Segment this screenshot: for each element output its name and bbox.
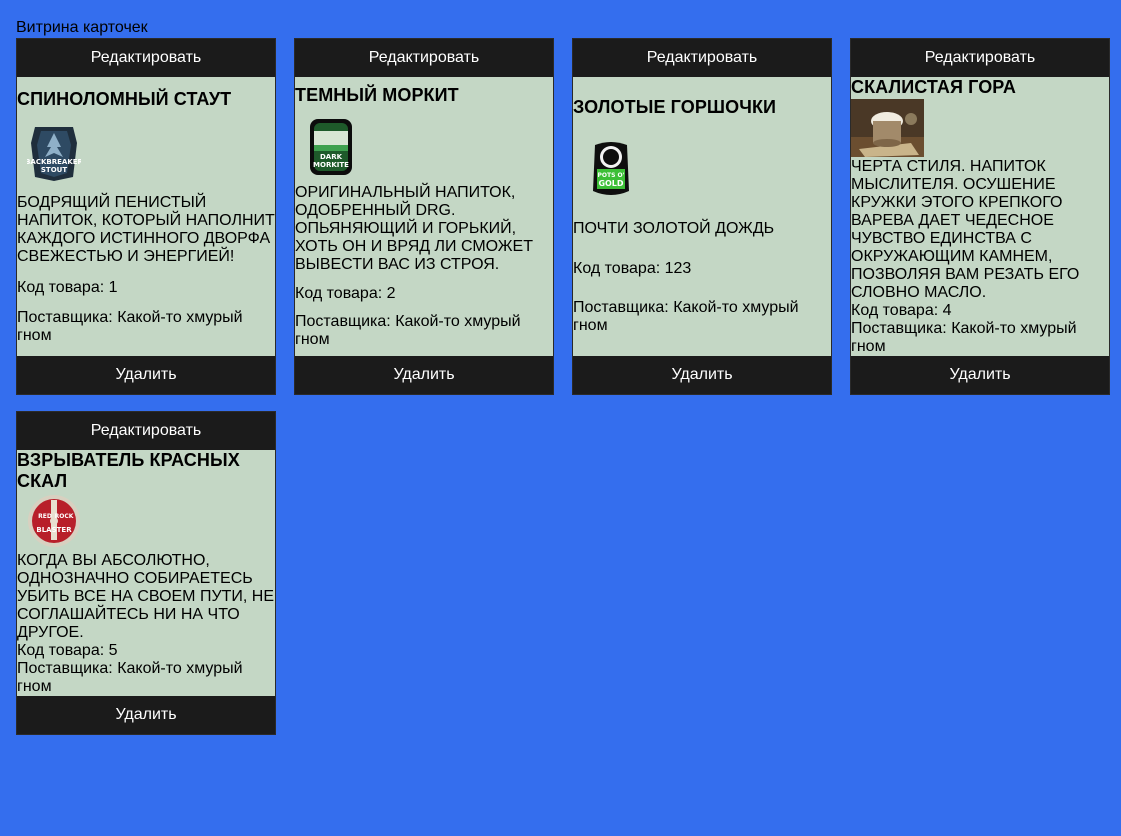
logo-text: GOLD bbox=[598, 179, 623, 188]
product-card: Редактировать ЗОЛОТЫЕ ГОРШОЧКИ POTS O' G… bbox=[572, 38, 832, 395]
card-supplier: Поставщика: Какой-то хмурый гном bbox=[295, 313, 521, 348]
backbreaker-stout-logo: BACKBREAKER STOUT bbox=[27, 127, 81, 181]
delete-button[interactable]: Удалить bbox=[295, 356, 553, 394]
card-code: Код товара: 1 bbox=[17, 279, 118, 296]
logo-text: STOUT bbox=[41, 166, 67, 174]
card-code: Код товара: 123 bbox=[573, 260, 692, 277]
pots-o-gold-logo: POTS O' GOLD bbox=[593, 142, 629, 195]
card-body: ЗОЛОТЫЕ ГОРШОЧКИ POTS O' GOLD ПОЧТИ ЗОЛО… bbox=[573, 77, 831, 356]
card-title: СПИНОЛОМНЫЙ СТАУТ bbox=[17, 89, 232, 109]
delete-button[interactable]: Удалить bbox=[17, 696, 275, 734]
card-supplier: Поставщика: Какой-то хмурый гном bbox=[573, 299, 799, 334]
red-rock-blaster-logo: RED ROCK BLASTER bbox=[28, 495, 80, 547]
card-description: ОРИГИНАЛЬНЫЙ НАПИТОК, ОДОБРЕННЫЙ DRG. ОП… bbox=[295, 184, 533, 273]
card-description: БОДРЯЩИЙ ПЕНИСТЫЙ НАПИТОК, КОТОРЫЙ НАПОЛ… bbox=[17, 194, 275, 265]
edit-button[interactable]: Редактировать bbox=[573, 39, 831, 77]
logo-text: POTS O' bbox=[598, 172, 625, 179]
edit-button[interactable]: Редактировать bbox=[851, 39, 1109, 77]
card-supplier: Поставщика: Какой-то хмурый гном bbox=[17, 660, 243, 695]
card-title: ТЕМНЫЙ МОРКИТ bbox=[295, 85, 459, 105]
logo-text: DARK bbox=[320, 153, 343, 161]
card-supplier: Поставщика: Какой-то хмурый гном bbox=[851, 320, 1077, 355]
card-body: СКАЛИСТАЯ ГОРА ЧЕРТА СТИЛЯ. НАПИТОК МЫСЛ… bbox=[851, 77, 1109, 356]
logo-text: BLASTER bbox=[36, 526, 72, 534]
card-code: Код товара: 5 bbox=[17, 642, 118, 659]
card-supplier: Поставщика: Какой-то хмурый гном bbox=[17, 309, 243, 344]
card-title: ВЗРЫВАТЕЛЬ КРАСНЫХ СКАЛ bbox=[17, 450, 240, 491]
card-description: ЧЕРТА СТИЛЯ. НАПИТОК МЫСЛИТЕЛЯ. ОСУШЕНИЕ… bbox=[851, 158, 1080, 301]
edit-button[interactable]: Редактировать bbox=[17, 412, 275, 450]
card-title: ЗОЛОТЫЕ ГОРШОЧКИ bbox=[573, 97, 777, 117]
delete-button[interactable]: Удалить bbox=[851, 356, 1109, 394]
delete-button[interactable]: Удалить bbox=[573, 356, 831, 394]
logo-text: BACKBREAKER bbox=[27, 158, 81, 166]
card-body: СПИНОЛОМНЫЙ СТАУТ BACKBREAKER STOUT БОДР… bbox=[17, 77, 275, 356]
edit-button[interactable]: Редактировать bbox=[17, 39, 275, 77]
page-title: Витрина карточек bbox=[16, 19, 148, 36]
logo-text: RED bbox=[38, 513, 52, 520]
delete-button[interactable]: Удалить bbox=[17, 356, 275, 394]
rocky-mountain-mug-photo bbox=[851, 99, 924, 157]
logo-text: ROCK bbox=[55, 513, 74, 520]
card-body: ВЗРЫВАТЕЛЬ КРАСНЫХ СКАЛ RED ROCK BLASTER… bbox=[17, 450, 275, 696]
product-card: Редактировать ВЗРЫВАТЕЛЬ КРАСНЫХ СКАЛ RE… bbox=[16, 411, 276, 735]
card-body: ТЕМНЫЙ МОРКИТ DARK MORKITE ОРИГИНАЛЬНЫЙ … bbox=[295, 77, 553, 356]
card-title: СКАЛИСТАЯ ГОРА bbox=[851, 77, 1016, 97]
card-description: ПОЧТИ ЗОЛОТОЙ ДОЖДЬ bbox=[573, 220, 775, 237]
product-card: Редактировать СПИНОЛОМНЫЙ СТАУТ BACKBREA… bbox=[16, 38, 276, 395]
dark-morkite-logo: DARK MORKITE bbox=[310, 119, 352, 175]
product-card: Редактировать ТЕМНЫЙ МОРКИТ DARK MORKITE… bbox=[294, 38, 554, 395]
edit-button[interactable]: Редактировать bbox=[295, 39, 553, 77]
card-code: Код товара: 4 bbox=[851, 302, 952, 319]
card-description: КОГДА ВЫ АБСОЛЮТНО, ОДНОЗНАЧНО СОБИРАЕТЕ… bbox=[17, 552, 275, 641]
card-code: Код товара: 2 bbox=[295, 285, 396, 302]
logo-text: MORKITE bbox=[313, 161, 349, 169]
product-card: Редактировать СКАЛИСТАЯ ГОРА ЧЕРТА СТИЛЯ… bbox=[850, 38, 1110, 395]
